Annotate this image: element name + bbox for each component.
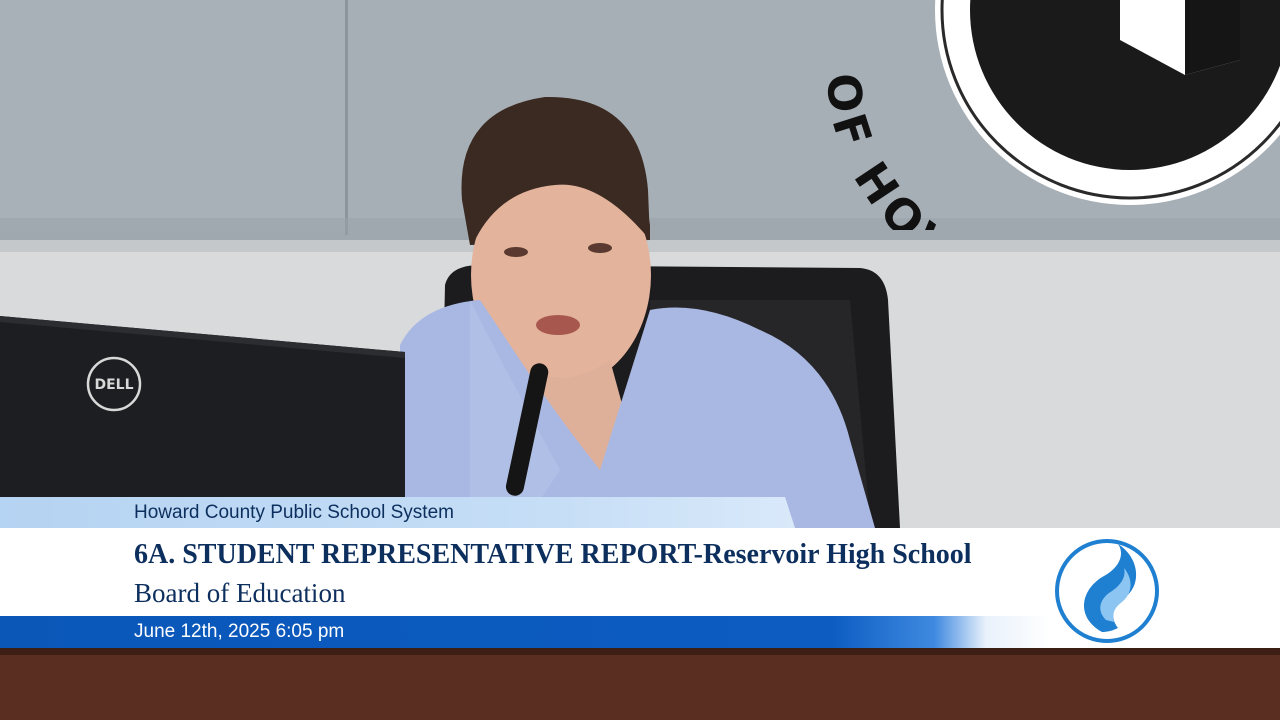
dell-logo-icon: DELL <box>86 356 142 412</box>
meeting-body: Board of Education <box>134 578 346 608</box>
meeting-datetime: June 12th, 2025 6:05 pm <box>134 621 345 642</box>
desk <box>0 645 1280 720</box>
organization-name: Howard County Public School System <box>134 502 454 523</box>
agenda-item-title: 6A. STUDENT REPRESENTATIVE REPORT-Reserv… <box>134 539 972 570</box>
dell-logo-text: DELL <box>94 377 133 393</box>
flame-logo-icon <box>1055 539 1159 643</box>
